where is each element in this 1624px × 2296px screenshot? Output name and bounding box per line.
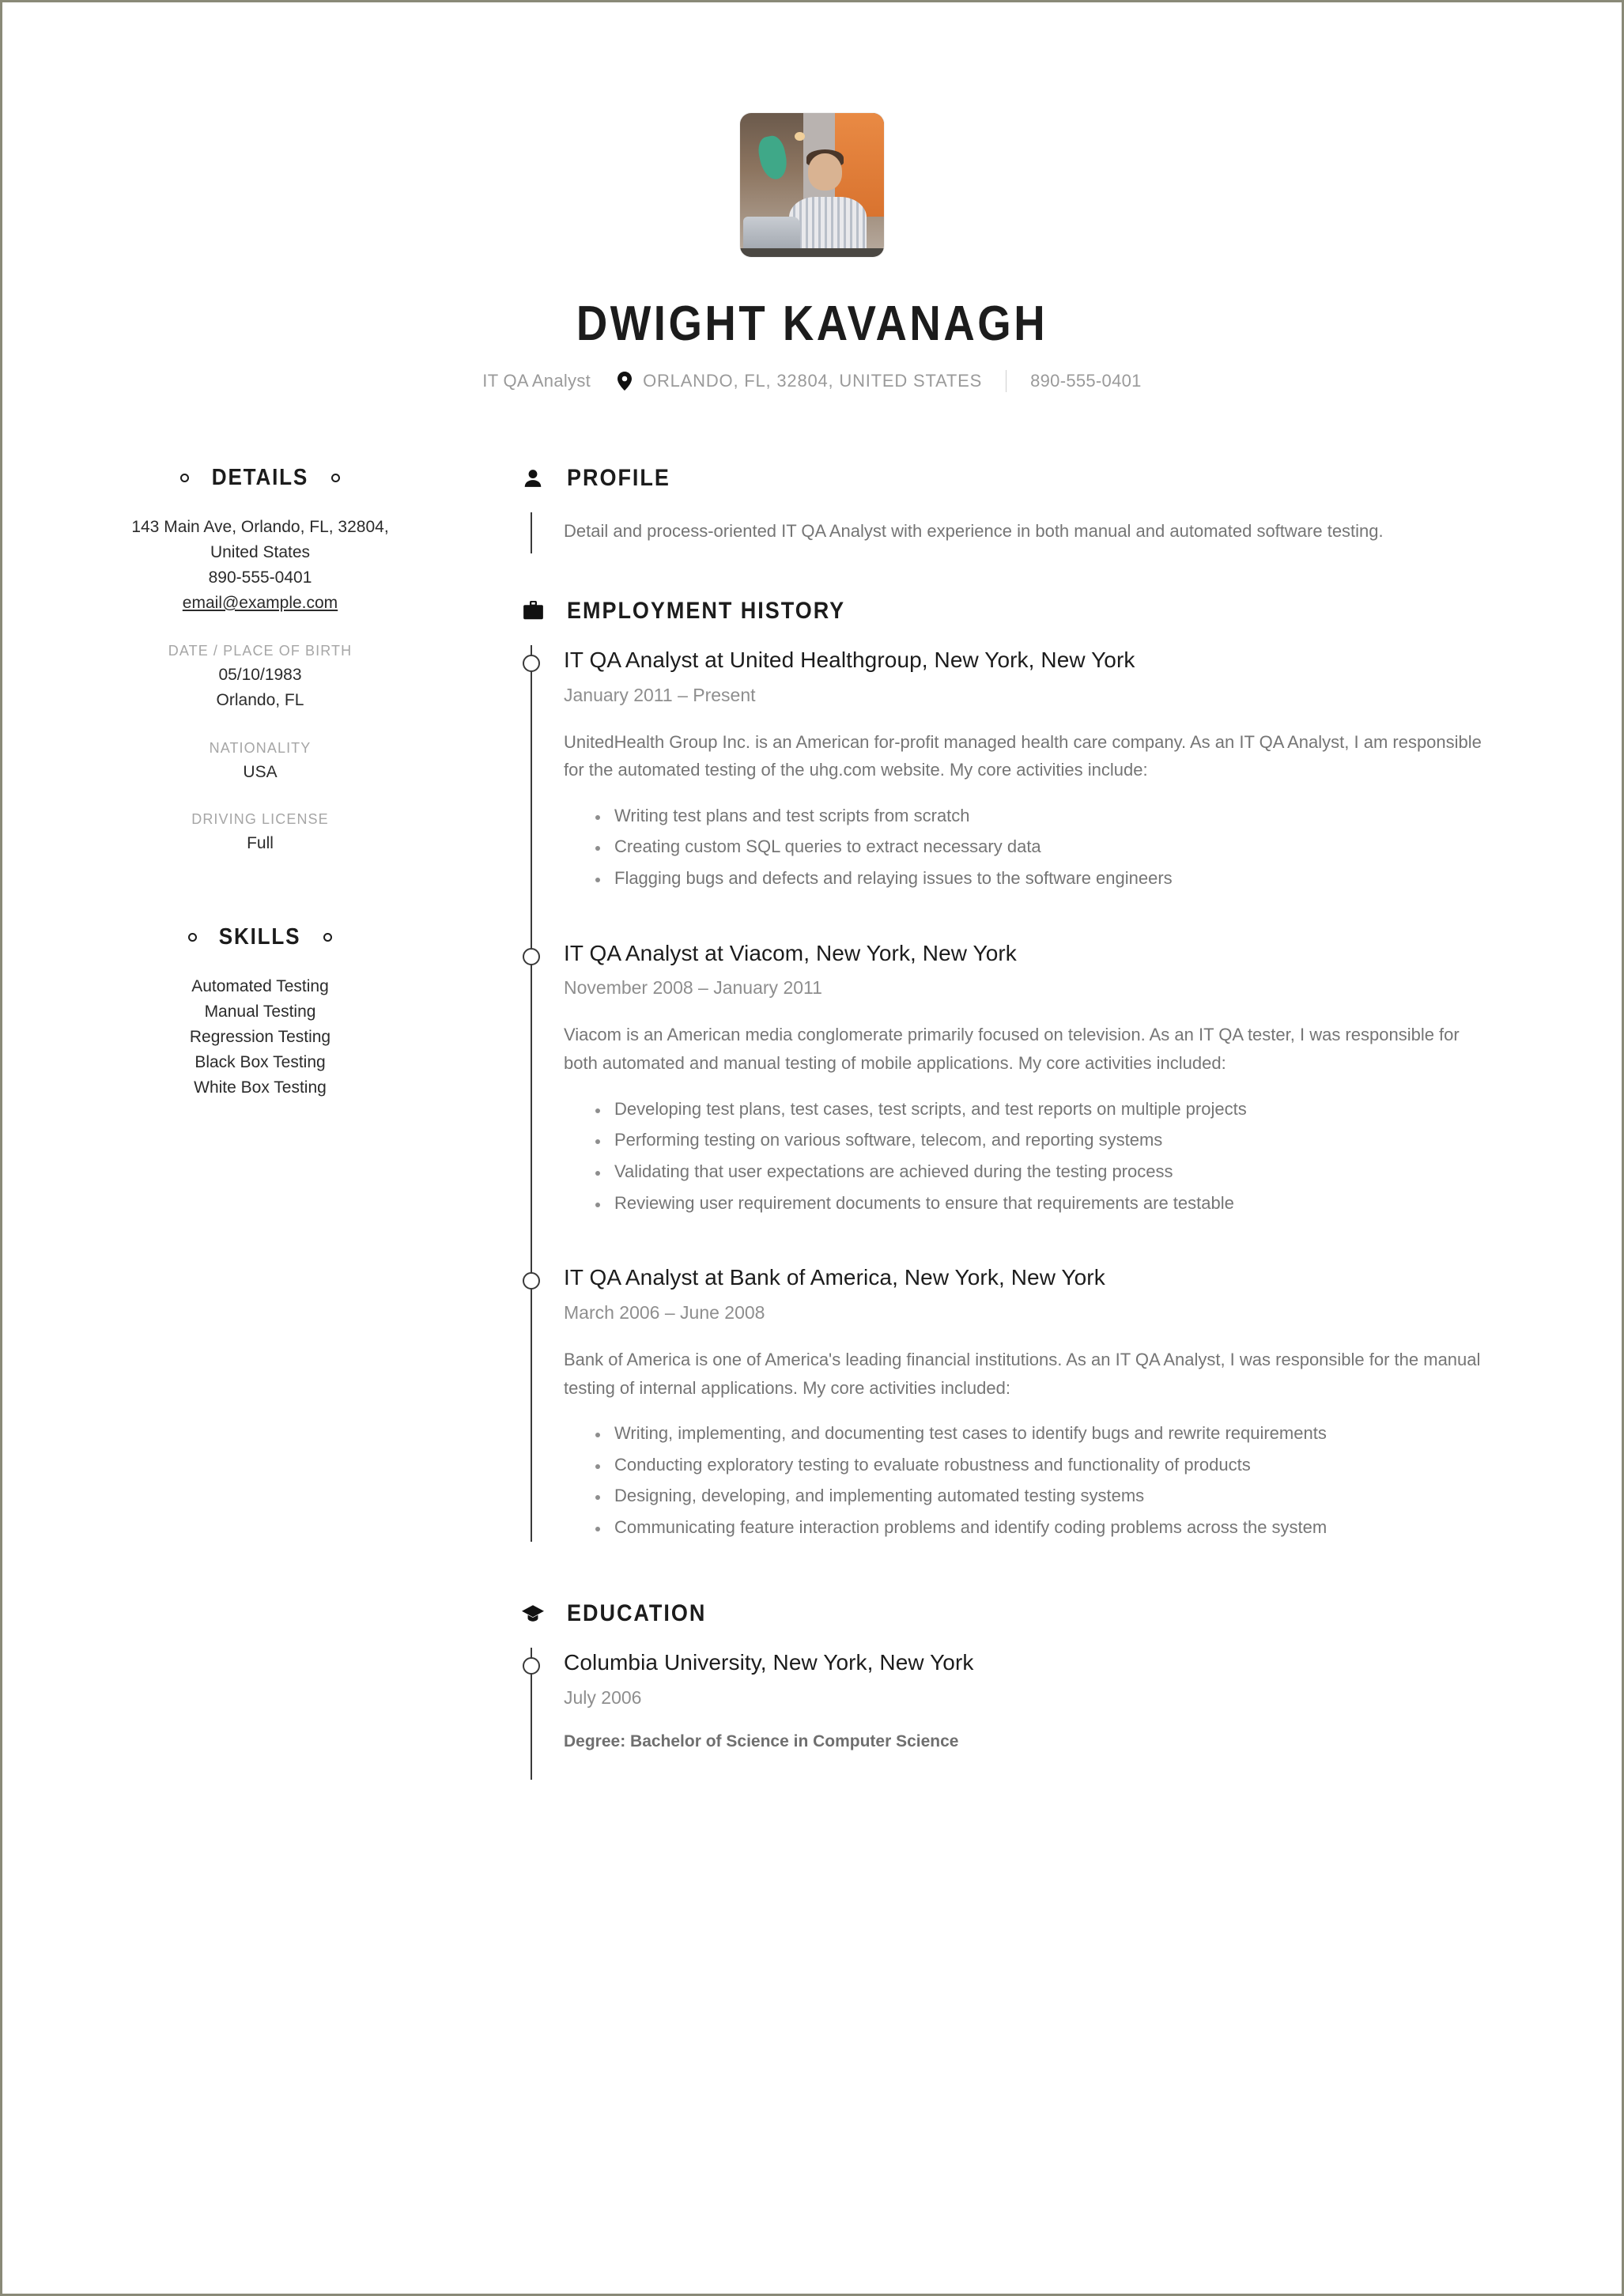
detail-group-birth: DATE / PLACE OF BIRTH 05/10/1983 Orlando… [97,643,423,713]
job-description: UnitedHealth Group Inc. is an American f… [564,731,1482,780]
job-title-heading: IT QA Analyst at Bank of America, New Yo… [564,1265,1105,1290]
resume-page: DWIGHT KAVANAGH IT QA Analyst ORLANDO, F… [0,0,1624,2296]
employment-timeline: IT QA Analyst at United Healthgroup, New… [523,644,1527,1542]
education-dates: July 2006 [564,1686,642,1708]
list-item: Writing, implementing, and documenting t… [610,1419,1497,1448]
list-item: Black Box Testing [195,1053,326,1072]
profile-body: Detail and process-oriented IT QA Analys… [531,512,1527,553]
profile-text: Detail and process-oriented IT QA Analys… [564,521,1384,542]
circle-decoration-icon [330,474,340,483]
sidebar-phone: 890-555-0401 [208,568,312,587]
list-item: Flagging bugs and defects and relaying i… [610,864,1497,893]
circle-decoration-icon [188,933,198,942]
education-timeline: Columbia University, New York, New York … [523,1647,1527,1780]
page-title: DWIGHT KAVANAGH [576,296,1048,351]
details-heading: DETAILS [97,465,423,491]
job-dates: January 2011 – Present [564,684,756,705]
list-item: Writing test plans and test scripts from… [610,802,1497,830]
timeline-marker-icon [523,654,540,672]
email-link[interactable]: email@example.com [97,591,423,616]
circle-decoration-icon [323,933,332,942]
employment-entry: IT QA Analyst at Viacom, New York, New Y… [523,938,1527,1263]
list-item: White Box Testing [194,1078,327,1097]
phone-text: 890-555-0401 [1030,371,1142,391]
profile-section: PROFILE Detail and process-oriented IT Q… [521,465,1527,553]
contact-line: IT QA Analyst ORLANDO, FL, 32804, UNITED… [97,370,1527,393]
resume-header: DWIGHT KAVANAGH IT QA Analyst ORLANDO, F… [97,2,1527,393]
skills-list: Automated Testing Manual Testing Regress… [97,974,423,1101]
employment-section: EMPLOYMENT HISTORY IT QA Analyst at Unit… [521,598,1527,1542]
job-description: Viacom is an American media conglomerate… [564,1025,1460,1074]
address-line-1: 143 Main Ave, Orlando, FL, 32804, [131,518,389,537]
sidebar: DETAILS 143 Main Ave, Orlando, FL, 32804… [97,465,453,1101]
detail-value: 05/10/1983 [218,665,302,684]
list-item: Regression Testing [189,1028,331,1047]
education-heading: EDUCATION [521,1600,1527,1627]
detail-label: DRIVING LICENSE [191,811,329,828]
details-section: DETAILS 143 Main Ave, Orlando, FL, 32804… [97,465,423,856]
employment-title: EMPLOYMENT HISTORY [567,597,846,624]
education-title: EDUCATION [567,1599,707,1626]
list-item: Performing testing on various software, … [610,1126,1497,1154]
list-item: Designing, developing, and implementing … [610,1482,1497,1510]
list-item: Creating custom SQL queries to extract n… [610,833,1497,861]
list-item: Developing test plans, test cases, test … [610,1095,1497,1123]
list-item: Reviewing user requirement documents to … [610,1189,1497,1218]
list-item: Communicating feature interaction proble… [610,1513,1497,1542]
profile-heading: PROFILE [521,465,1527,492]
avatar [740,113,884,257]
circle-decoration-icon [180,474,190,483]
detail-label: DATE / PLACE OF BIRTH [168,642,353,659]
details-title: DETAILS [211,465,309,491]
timeline-marker-icon [523,1272,540,1290]
job-title-heading: IT QA Analyst at United Healthgroup, New… [564,647,1135,672]
profile-title: PROFILE [567,465,670,492]
graduation-cap-icon [521,1602,545,1626]
job-title: IT QA Analyst [482,371,591,391]
location-text: ORLANDO, FL, 32804, UNITED STATES [643,371,983,391]
detail-label: NATIONALITY [209,739,312,756]
detail-value: Orlando, FL [216,690,304,709]
job-dates: November 2008 – January 2011 [564,977,822,999]
job-title-heading: IT QA Analyst at Viacom, New York, New Y… [564,940,1017,965]
detail-group-driving-license: DRIVING LICENSE Full [97,811,423,856]
address-line-2: United States [210,543,311,561]
job-bullets: Writing, implementing, and documenting t… [564,1419,1497,1542]
job-bullets: Developing test plans, test cases, test … [564,1095,1497,1218]
job-dates: March 2006 – June 2008 [564,1301,765,1323]
list-item: Validating that user expectations are ac… [610,1157,1497,1186]
timeline-marker-icon [523,1656,540,1675]
person-icon [521,466,545,490]
list-item: Conducting exploratory testing to evalua… [610,1451,1497,1479]
timeline-marker-icon [523,947,540,965]
job-bullets: Writing test plans and test scripts from… [564,802,1497,893]
detail-value: Full [247,834,274,853]
list-item: Automated Testing [191,977,329,996]
detail-value: USA [243,762,278,781]
contact-divider [1006,370,1007,393]
list-item: Manual Testing [204,1003,316,1021]
school-name: Columbia University, New York, New York [564,1649,974,1675]
map-pin-icon [617,372,633,391]
skills-title: SKILLS [219,924,301,950]
skills-section: SKILLS Automated Testing Manual Testing … [97,924,423,1101]
education-entry: Columbia University, New York, New York … [523,1648,1527,1751]
employment-entry: IT QA Analyst at United Healthgroup, New… [523,645,1527,938]
employment-entry: IT QA Analyst at Bank of America, New Yo… [523,1263,1527,1542]
detail-group-nationality: NATIONALITY USA [97,740,423,785]
degree-text: Degree: Bachelor of Science in Computer … [564,1731,959,1750]
skills-heading: SKILLS [97,924,423,950]
profile-photo [740,113,884,257]
resume-columns: DETAILS 143 Main Ave, Orlando, FL, 32804… [97,465,1527,1780]
job-description: Bank of America is one of America's lead… [564,1349,1481,1398]
briefcase-icon [521,599,545,623]
resume-sheet: DWIGHT KAVANAGH IT QA Analyst ORLANDO, F… [2,2,1622,1780]
employment-heading: EMPLOYMENT HISTORY [521,598,1527,625]
main-content: PROFILE Detail and process-oriented IT Q… [453,465,1527,1780]
education-section: EDUCATION Columbia University, New York,… [521,1600,1527,1780]
